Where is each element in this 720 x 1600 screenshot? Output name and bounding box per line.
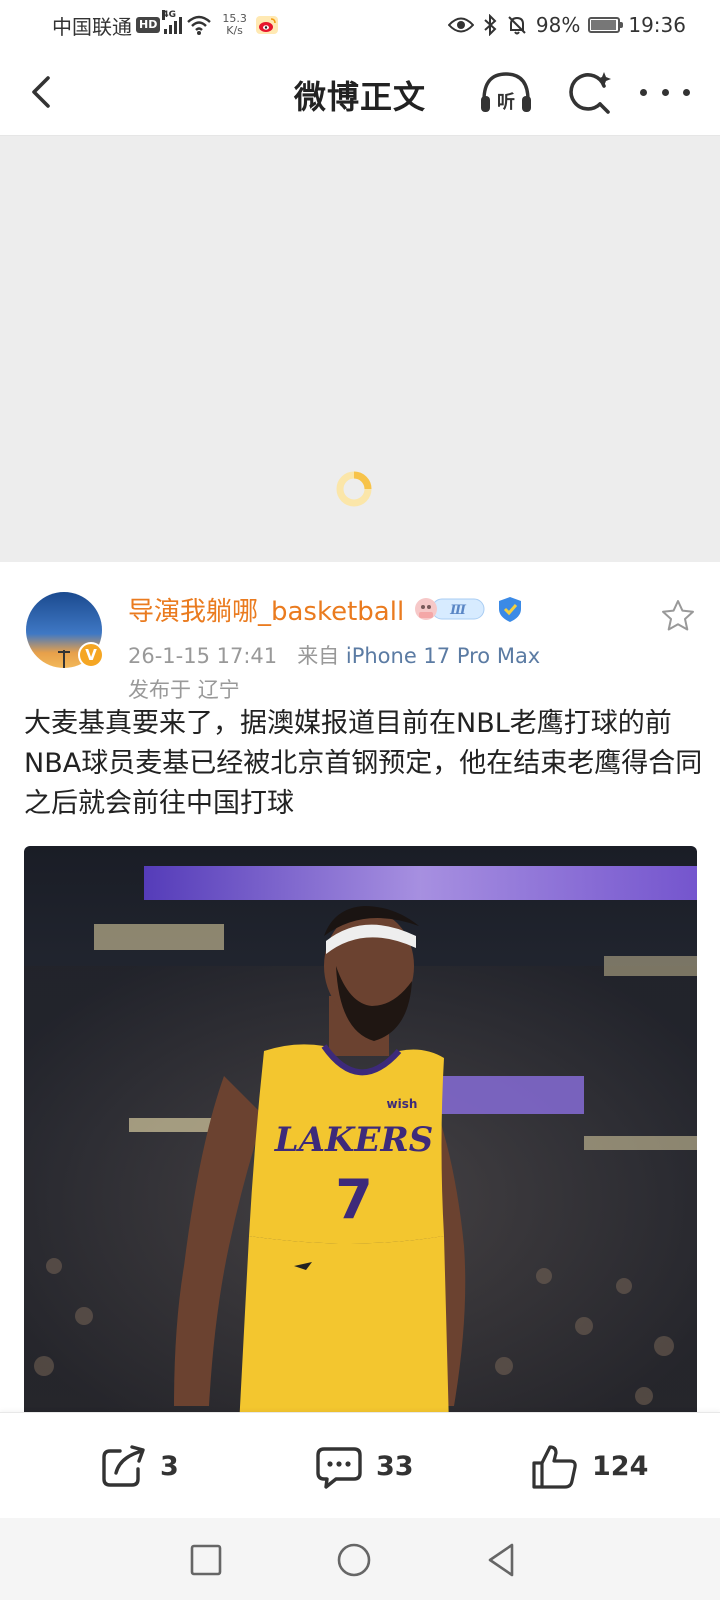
status-right: 98% 19:36 [447, 12, 686, 38]
system-navigation-bar [0, 1518, 720, 1600]
weibo-notification-icon [255, 16, 278, 34]
top-nav-bar: 微博正文 听 [0, 50, 720, 136]
member-level-badge[interactable]: Ⅲ [414, 595, 486, 623]
member-level: Ⅲ [449, 603, 467, 618]
post-action-bar: 3 33 124 [0, 1412, 720, 1519]
comment-count: 33 [376, 1450, 414, 1482]
loading-spinner-icon [336, 471, 372, 507]
source-device-link[interactable]: iPhone 17 Pro Max [346, 644, 540, 668]
more-options-icon[interactable] [640, 72, 690, 112]
speed-unit: K/s [226, 24, 243, 37]
carrier-name: 中国联通 [52, 14, 132, 39]
repost-button[interactable]: 3 [98, 1439, 179, 1493]
search-icon[interactable] [564, 68, 614, 118]
signal-icon: 4G [162, 10, 183, 34]
repost-count: 3 [160, 1450, 179, 1482]
bluetooth-icon [484, 14, 497, 36]
verified-badge: V [78, 642, 104, 668]
battery-icon [588, 17, 624, 33]
author-row: 导演我躺哪_basketball Ⅲ [128, 591, 524, 628]
post-meta: 26-1-15 17:41 来自 iPhone 17 Pro Max [128, 640, 540, 670]
comment-icon [316, 1447, 362, 1489]
like-count: 124 [592, 1450, 649, 1482]
jersey-sponsor-text: wish [387, 1097, 418, 1111]
video-player-area[interactable] [0, 136, 720, 562]
listen-label: 听 [497, 91, 515, 113]
hd-badge: HD [136, 17, 161, 33]
jersey-team-text: LAKERS [274, 1120, 434, 1160]
status-left: 中国联通 HD 4G 15.3 K/s [52, 10, 279, 39]
status-bar: 中国联通 HD 4G 15.3 K/s 98% 19:36 [0, 0, 720, 50]
jersey-number-text: 7 [335, 1168, 373, 1231]
wifi-icon [187, 15, 212, 35]
mute-bell-icon [508, 16, 526, 35]
network-speed: 15.3 K/s [222, 13, 247, 37]
back-triangle-icon[interactable] [482, 1540, 522, 1580]
post-text: 大麦基真要来了，据澳媒报道目前在NBL老鹰打球的前NBA球员麦基已经被北京首钢预… [24, 708, 703, 819]
eye-icon [447, 17, 474, 33]
post-timestamp: 26-1-15 17:41 [128, 644, 278, 668]
weibo-post: V 导演我躺哪_basketball Ⅲ 26-1-15 17:41 来自 iP… [0, 562, 720, 1412]
home-circle-icon[interactable] [334, 1540, 374, 1580]
listen-headphones-icon[interactable]: 听 [478, 68, 534, 118]
network-type: 4G [162, 10, 176, 20]
post-photo[interactable]: LAKERS 7 wish [24, 846, 697, 1412]
location-prefix: 发布于 [128, 678, 191, 702]
recent-apps-square-icon[interactable] [186, 1540, 226, 1580]
username[interactable]: 导演我躺哪_basketball [128, 591, 404, 628]
shield-verified-icon[interactable] [496, 595, 524, 623]
repost-icon [102, 1445, 145, 1487]
source-prefix: 来自 [297, 644, 340, 668]
location-name: 辽宁 [197, 678, 240, 702]
comment-button[interactable]: 33 [314, 1439, 414, 1493]
clock: 19:36 [628, 13, 686, 37]
favorite-star-icon[interactable] [660, 598, 696, 634]
post-location: 发布于 辽宁 [128, 674, 240, 704]
thumbs-up-icon [532, 1445, 577, 1489]
battery-percent: 98% [535, 13, 581, 37]
like-button[interactable]: 124 [530, 1439, 648, 1493]
